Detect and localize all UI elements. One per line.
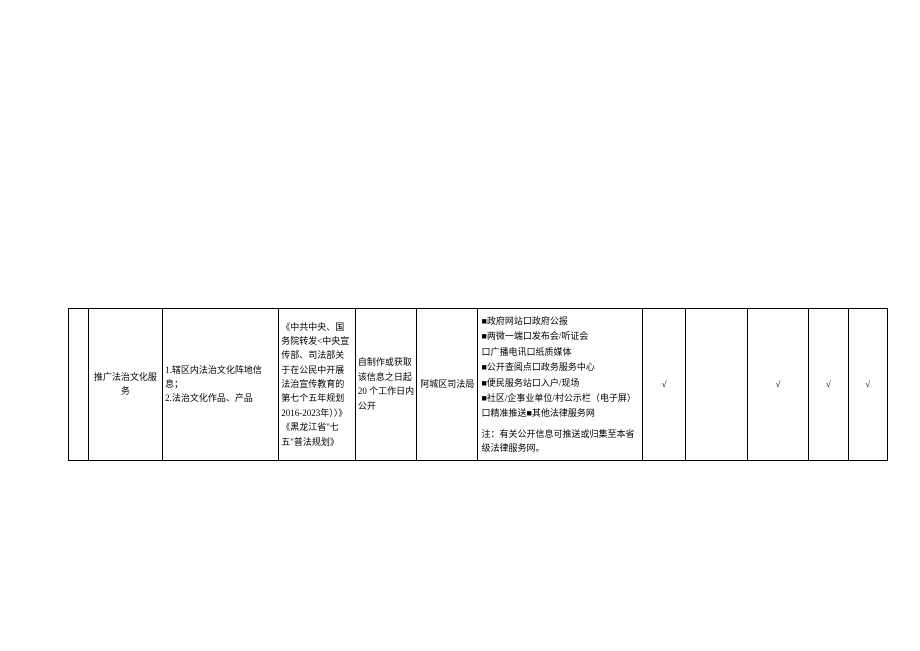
cell-check-5: √ — [848, 309, 887, 461]
cell-content: 1.辖区内法治文化阵地信息； 2.法治文化作品、产品 — [163, 309, 279, 461]
document-table: 推广法治文化服务 1.辖区内法治文化阵地信息； 2.法治文化作品、产品 《中共中… — [68, 308, 888, 461]
cell-service-name: 推广法治文化服务 — [88, 309, 162, 461]
cell-check-3: √ — [747, 309, 808, 461]
channel-line: ■两微一端口发布会/听证会 — [481, 329, 639, 343]
cell-check-2 — [686, 309, 747, 461]
channel-line: ■社区/企事业单位/村公示栏（电子屏） — [481, 391, 639, 405]
cell-index — [69, 309, 89, 461]
data-table: 推广法治文化服务 1.辖区内法治文化阵地信息； 2.法治文化作品、产品 《中共中… — [68, 308, 888, 461]
channel-line: ■政府网站口政府公报 — [481, 314, 639, 328]
cell-check-4: √ — [809, 309, 848, 461]
channel-line: ■公开查阅点口政务服务中心 — [481, 360, 639, 374]
channel-line: 口广播电讯口纸质媒体 — [481, 345, 639, 359]
channel-note: 注：有关公开信息可推送或归集至本省级法律服务网。 — [481, 427, 639, 456]
channel-line: ■便民服务站口入户/现场 — [481, 376, 639, 390]
cell-check-1: √ — [642, 309, 686, 461]
cell-basis: 《中共中央、国务院转发<中央宣传部、司法部关于在公民中开展法治宣传教育的第七个五… — [279, 309, 356, 461]
cell-timeframe: 自制作或获取该信息之日起 20 个工作日内公开 — [355, 309, 416, 461]
channel-line: 口精准推送■其他法律服务网 — [481, 406, 639, 420]
cell-subject: 阿城区司法局 — [417, 309, 478, 461]
table-row: 推广法治文化服务 1.辖区内法治文化阵地信息； 2.法治文化作品、产品 《中共中… — [69, 309, 888, 461]
cell-channels: ■政府网站口政府公报 ■两微一端口发布会/听证会 口广播电讯口纸质媒体 ■公开查… — [478, 309, 642, 461]
